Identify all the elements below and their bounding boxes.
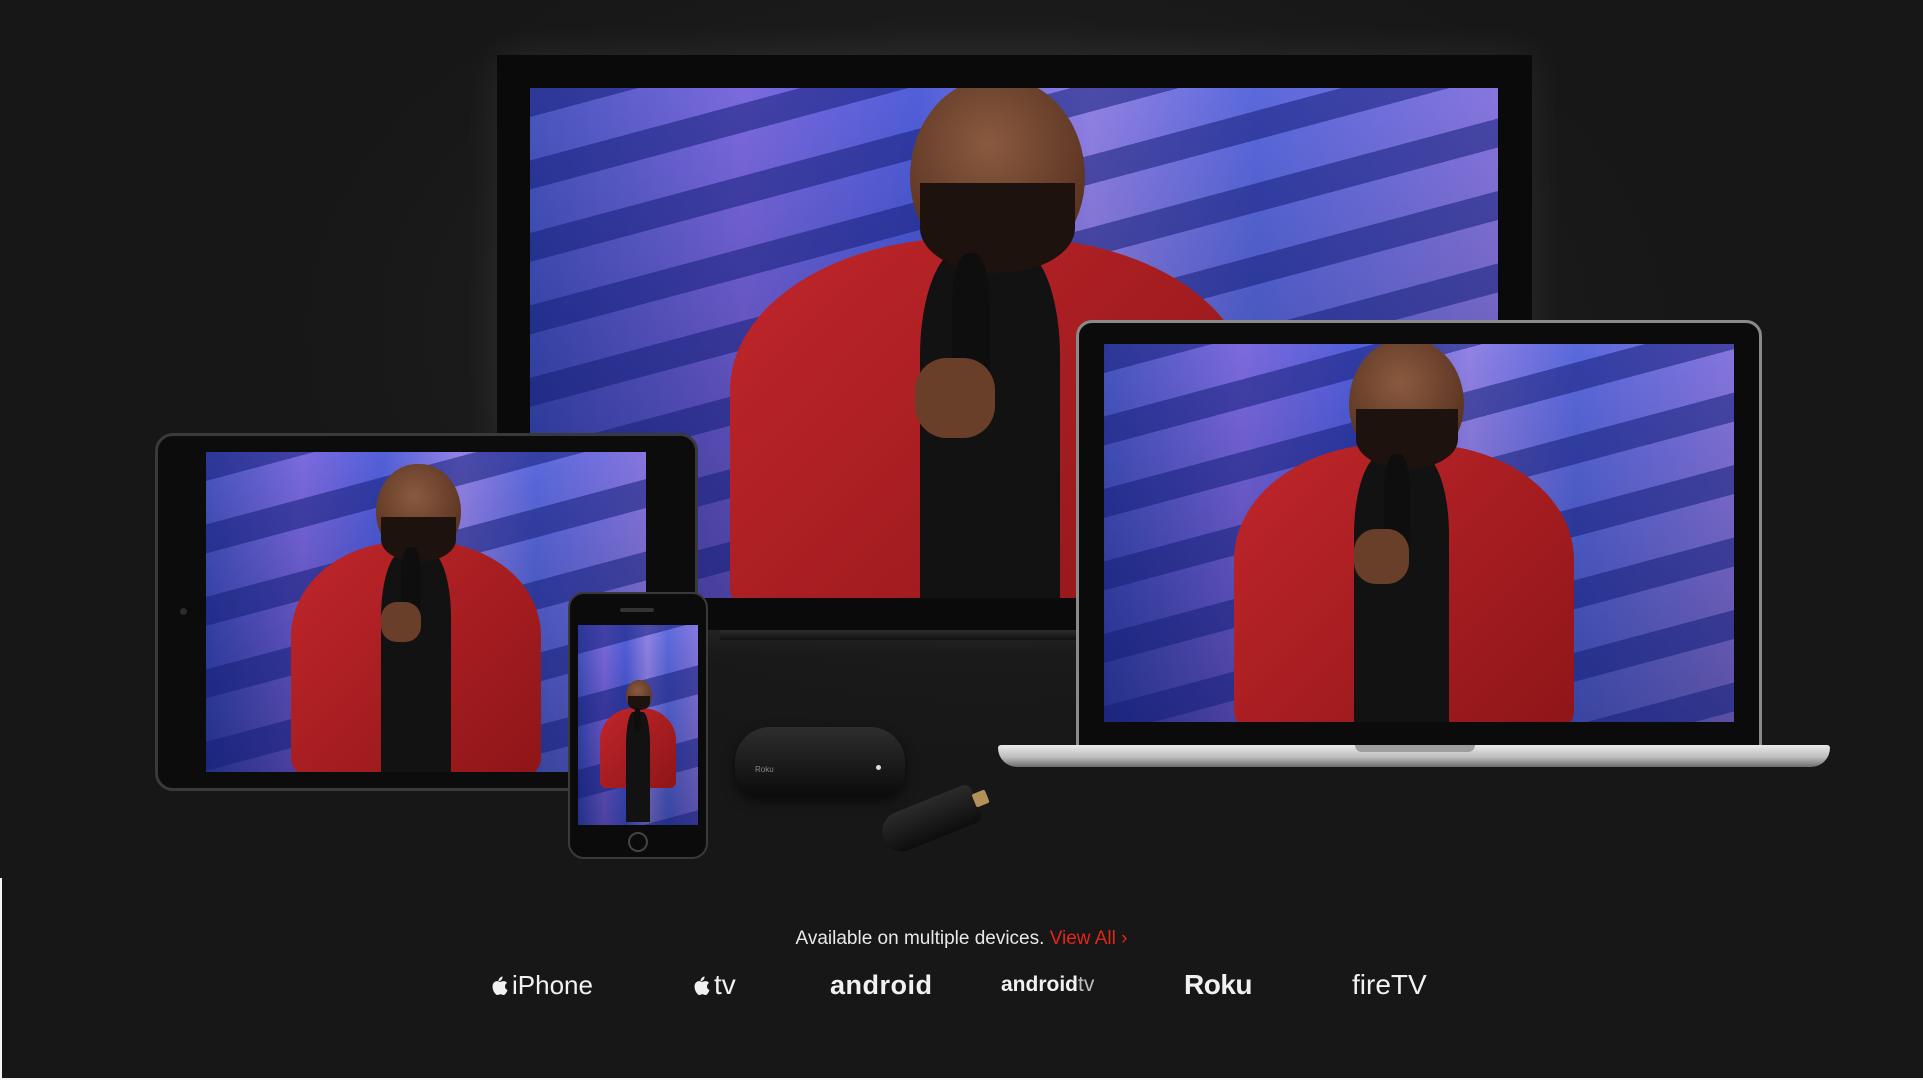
android-logo: android	[830, 965, 933, 1005]
chromecast-device	[876, 782, 990, 858]
roku-logo: Roku	[1184, 965, 1253, 1005]
iphone-logo: iPhone	[490, 965, 593, 1005]
view-all-link[interactable]: View All ›	[1050, 928, 1128, 949]
iphone-label: iPhone	[512, 970, 593, 1000]
appletv-logo: tv	[692, 965, 736, 1005]
phone-speaker	[620, 608, 654, 612]
phone-screen-image	[578, 625, 698, 825]
tablet-camera	[180, 608, 187, 615]
phone-device	[568, 592, 708, 859]
apple-icon	[492, 976, 508, 996]
comedian-figure	[1234, 344, 1574, 722]
appletv-label: tv	[714, 969, 736, 1000]
apple-icon	[694, 976, 710, 996]
laptop-device	[1076, 320, 1762, 753]
roku-label: Roku	[1184, 969, 1253, 1000]
firetv-logo: fireTV	[1352, 965, 1427, 1005]
androidtv-label: android	[1001, 973, 1078, 996]
device-showcase: Roku Available on multiple devices. View…	[0, 0, 1923, 1080]
androidtv-logo: androidtv	[1001, 965, 1094, 1005]
comedian-figure	[600, 680, 676, 825]
hdmi-plug	[971, 789, 990, 808]
androidtv-suffix: tv	[1078, 973, 1095, 996]
comedian-figure	[291, 464, 541, 772]
firetv-label: fireTV	[1352, 969, 1427, 1000]
frame-edge-left	[0, 878, 2, 1080]
laptop-notch	[1355, 745, 1475, 752]
android-label: android	[830, 970, 933, 1000]
availability-text: Available on multiple devices.	[795, 928, 1045, 949]
platform-logos: iPhone tv android androidtv Roku fireTV	[0, 965, 1923, 1005]
status-light	[876, 765, 881, 770]
streaming-box-device: Roku	[735, 727, 905, 795]
phone-home-button	[628, 832, 648, 852]
availability-caption: Available on multiple devices. View All …	[0, 928, 1923, 950]
laptop-screen-image	[1104, 344, 1734, 722]
roku-box-label: Roku	[755, 765, 774, 774]
